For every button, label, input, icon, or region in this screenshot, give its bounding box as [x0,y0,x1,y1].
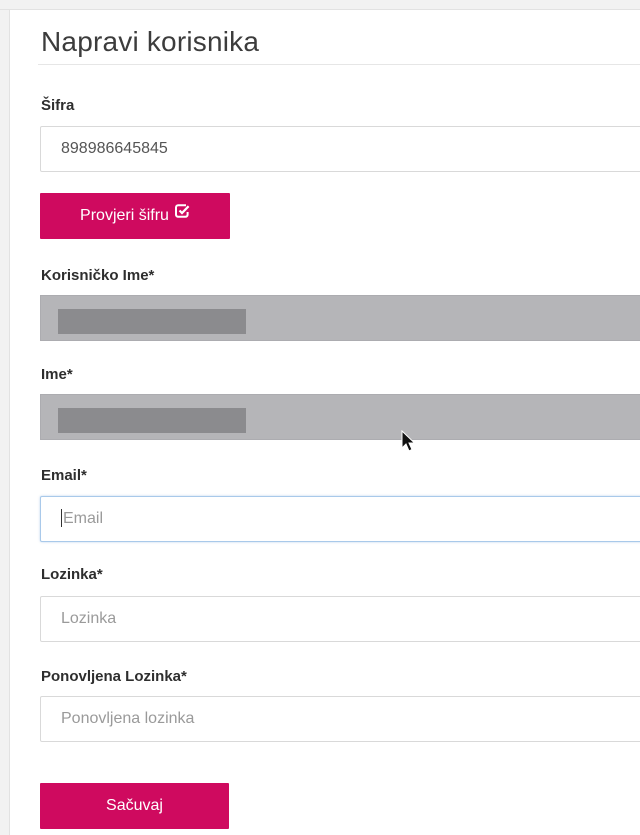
code-label: Šifra [41,97,75,114]
name-label: Ime* [41,366,73,383]
check-code-button[interactable]: Provjeri šifru [40,193,230,239]
email-placeholder: Email [63,510,104,527]
password-input[interactable]: Lozinka [40,596,640,642]
check-square-icon [174,191,190,237]
password-placeholder: Lozinka [61,610,117,627]
title-divider [38,64,640,65]
redaction-block [58,309,246,334]
redaction-block [58,408,246,433]
text-caret [61,508,62,527]
left-border [0,0,10,835]
save-button-label: Sačuvaj [106,797,163,814]
name-input [40,394,640,440]
page-title: Napravi korisnika [41,26,260,57]
password-repeat-placeholder: Ponovljena lozinka [61,710,195,727]
email-input[interactable]: Email [40,496,640,542]
mouse-pointer-icon [401,429,417,459]
form-panel: Napravi korisnika Šifra 898986645845 Pro… [0,0,640,835]
username-label: Korisničko Ime* [41,267,155,284]
password-repeat-label: Ponovljena Lozinka* [41,668,187,685]
check-code-button-label: Provjeri šifru [80,207,169,225]
password-repeat-input[interactable]: Ponovljena lozinka [40,696,640,742]
username-input [40,295,640,341]
code-value: 898986645845 [61,140,168,157]
save-button[interactable]: Sačuvaj [40,783,229,829]
email-label: Email* [41,467,87,484]
top-border [0,0,640,10]
password-label: Lozinka* [41,566,103,583]
code-input[interactable]: 898986645845 [40,126,640,172]
